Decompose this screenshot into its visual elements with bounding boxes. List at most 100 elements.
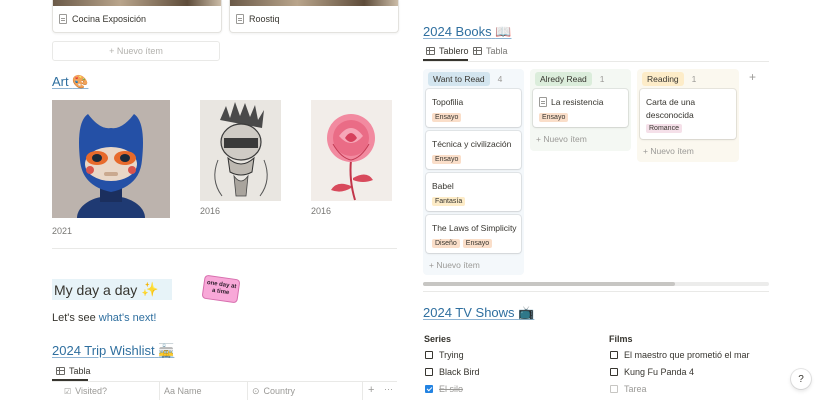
- divider: [52, 248, 397, 249]
- tram-icon: 🚋: [158, 343, 175, 358]
- one-day-at-a-time-sticker: one day at a time: [201, 274, 241, 304]
- todo-item-placeholder[interactable]: Tarea: [610, 384, 647, 394]
- gallery-card-cocina[interactable]: Cocina Exposición: [52, 0, 222, 33]
- add-column-button[interactable]: +: [368, 384, 374, 396]
- table-icon: [56, 367, 65, 375]
- tab-label: Tabla: [486, 46, 508, 56]
- checkbox[interactable]: [610, 385, 618, 393]
- page-icon: [59, 14, 67, 24]
- card-title: Cocina Exposición: [72, 14, 147, 24]
- tag: Fantasía: [432, 197, 466, 206]
- book-card[interactable]: Técnica y civilización Ensayo: [426, 131, 521, 169]
- series-heading: Series: [424, 334, 452, 344]
- column-header-name[interactable]: Aa Name: [160, 382, 248, 400]
- art-section-title[interactable]: Art 🎨: [52, 74, 88, 90]
- tag: Ensayo: [539, 113, 569, 122]
- new-item-label: + Nuevo ítem: [109, 46, 163, 56]
- tag: Ensayo: [462, 239, 493, 248]
- card-title: Topofilia: [432, 97, 464, 107]
- new-item-button[interactable]: + Nuevo ítem: [536, 134, 587, 144]
- new-item-button[interactable]: + Nuevo ítem: [643, 146, 694, 156]
- trip-wishlist-title[interactable]: 2024 Trip Wishlist 🚋: [52, 343, 174, 359]
- divider: [423, 291, 769, 292]
- art-image-blue-cat[interactable]: [52, 100, 170, 218]
- column-title[interactable]: Reading: [642, 72, 684, 86]
- todo-label: El maestro que prometió el mar: [624, 350, 750, 360]
- todo-item[interactable]: Kung Fu Panda 4: [610, 367, 694, 377]
- scrollbar-thumb[interactable]: [423, 282, 675, 286]
- art-image-rose[interactable]: [311, 100, 392, 201]
- tab-label: Tabla: [69, 366, 91, 376]
- skull-sketch-image: [200, 100, 281, 201]
- table-icon: [473, 47, 482, 55]
- books-title-text: 2024 Books: [423, 24, 492, 39]
- book-card[interactable]: La resistencia Ensayo: [533, 89, 628, 127]
- art-image-skull[interactable]: [200, 100, 281, 201]
- column-title[interactable]: Want to Read: [428, 72, 490, 86]
- tv-title-text: 2024 TV Shows: [423, 305, 515, 320]
- blue-cat-robot-image: [52, 100, 170, 218]
- book-card[interactable]: Topofilia Ensayo: [426, 89, 521, 127]
- checkbox[interactable]: [610, 368, 618, 376]
- tv-shows-title[interactable]: 2024 TV Shows 📺: [423, 305, 534, 321]
- column-header-country[interactable]: ⊙ Country: [248, 382, 363, 400]
- card-title: Técnica y civilización: [432, 139, 512, 149]
- book-card[interactable]: The Laws of Simplicity Diseño Ensayo: [426, 215, 521, 253]
- checkbox-column-icon: ☑: [64, 386, 72, 396]
- sticker-text: one day at a time: [206, 280, 237, 297]
- help-button[interactable]: ?: [791, 369, 811, 389]
- tab-tabla[interactable]: Tabla: [56, 366, 91, 376]
- column-label: Country: [263, 386, 296, 396]
- checkbox[interactable]: [610, 351, 618, 359]
- tab-tabla[interactable]: Tabla: [473, 46, 508, 56]
- column-title[interactable]: Alredy Read: [535, 72, 592, 86]
- card-cover-image: [230, 0, 398, 6]
- lets-see-line: Let's see what's next!: [52, 312, 157, 324]
- checkbox-checked[interactable]: [425, 385, 433, 393]
- todo-item[interactable]: El maestro que prometió el mar: [610, 350, 750, 360]
- open-book-icon: 📖: [495, 24, 512, 39]
- books-section-title[interactable]: 2024 Books 📖: [423, 24, 511, 40]
- todo-label: Kung Fu Panda 4: [624, 367, 695, 377]
- gallery-card-roostiq[interactable]: Roostiq: [229, 0, 399, 33]
- tag: Ensayo: [432, 155, 462, 164]
- films-heading: Films: [609, 334, 633, 344]
- palette-icon: 🎨: [72, 74, 89, 89]
- todo-label: El silo: [439, 384, 464, 394]
- select-column-icon: ⊙: [252, 385, 260, 396]
- lets-see-text: Let's see: [52, 312, 99, 324]
- whats-next-link[interactable]: what's next!: [99, 312, 157, 324]
- art-title-text: Art: [52, 74, 69, 89]
- page-icon: [539, 97, 547, 107]
- art-year: 2021: [52, 226, 73, 236]
- book-card[interactable]: Babel Fantasía: [426, 173, 521, 211]
- column-header-visited[interactable]: ☑ Visited?: [60, 382, 160, 400]
- column-count: 4: [497, 74, 503, 84]
- checkbox[interactable]: [425, 351, 433, 359]
- card-title: Roostiq: [249, 14, 280, 24]
- tab-label: Tablero: [439, 46, 469, 56]
- todo-item[interactable]: Trying: [425, 350, 464, 360]
- my-day-heading: My day a day ✨: [52, 279, 172, 300]
- checkbox[interactable]: [425, 368, 433, 376]
- add-group-button[interactable]: +: [749, 70, 756, 84]
- horizontal-scrollbar[interactable]: [423, 282, 769, 286]
- trip-title-text: 2024 Trip Wishlist: [52, 343, 155, 358]
- card-title: Babel: [432, 181, 454, 191]
- todo-item[interactable]: Black Bird: [425, 367, 480, 377]
- new-item-button[interactable]: + Nuevo ítem: [52, 41, 220, 61]
- todo-item[interactable]: El silo: [425, 384, 463, 394]
- card-title: The Laws of Simplicity: [432, 223, 517, 233]
- column-label: Visited?: [75, 386, 108, 396]
- tag: Diseño: [432, 239, 460, 248]
- board-column-want-to-read: Want to Read 4 Topofilia Ensayo Técnica …: [423, 69, 524, 275]
- card-title: Carta de una desconocida: [646, 97, 696, 120]
- more-options-button[interactable]: ···: [384, 384, 393, 394]
- column-count: 1: [691, 74, 697, 84]
- tag: Ensayo: [432, 113, 462, 122]
- new-item-button[interactable]: + Nuevo ítem: [429, 260, 480, 270]
- sparkles-icon: ✨: [141, 281, 159, 297]
- card-title: La resistencia: [551, 97, 604, 107]
- tab-tablero[interactable]: Tablero: [426, 46, 469, 56]
- book-card[interactable]: Carta de una desconocida Romance: [640, 89, 736, 139]
